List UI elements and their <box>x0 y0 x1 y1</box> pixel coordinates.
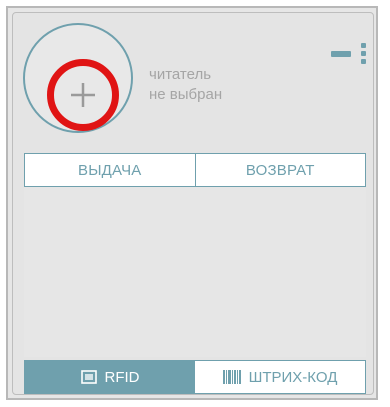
mode-barcode-label: ШТРИХ-КОД <box>248 368 338 386</box>
items-list-area <box>24 187 366 357</box>
more-menu-icon[interactable] <box>359 43 367 67</box>
mode-rfid-button[interactable]: RFID <box>25 361 195 393</box>
tab-issue[interactable]: ВЫДАЧА <box>25 154 195 186</box>
tab-return[interactable]: ВОЗВРАТ <box>194 154 366 186</box>
reader-status-line1: читатель <box>149 66 212 83</box>
scan-mode-switch: RFID ШТРИХ-КОД <box>24 360 366 394</box>
rfid-card-icon <box>80 370 97 384</box>
reader-status-line2: не выбран <box>149 86 223 103</box>
reader-status: читатель не выбран <box>149 65 222 105</box>
barcode-icon <box>222 370 241 384</box>
mode-rfid-label: RFID <box>104 368 140 386</box>
mode-barcode-button[interactable]: ШТРИХ-КОД <box>195 361 365 393</box>
add-reader-button[interactable] <box>47 59 119 131</box>
operation-tabs: ВЫДАЧА ВОЗВРАТ <box>24 153 366 187</box>
minimize-button[interactable] <box>331 51 351 57</box>
plus-icon <box>71 83 95 107</box>
